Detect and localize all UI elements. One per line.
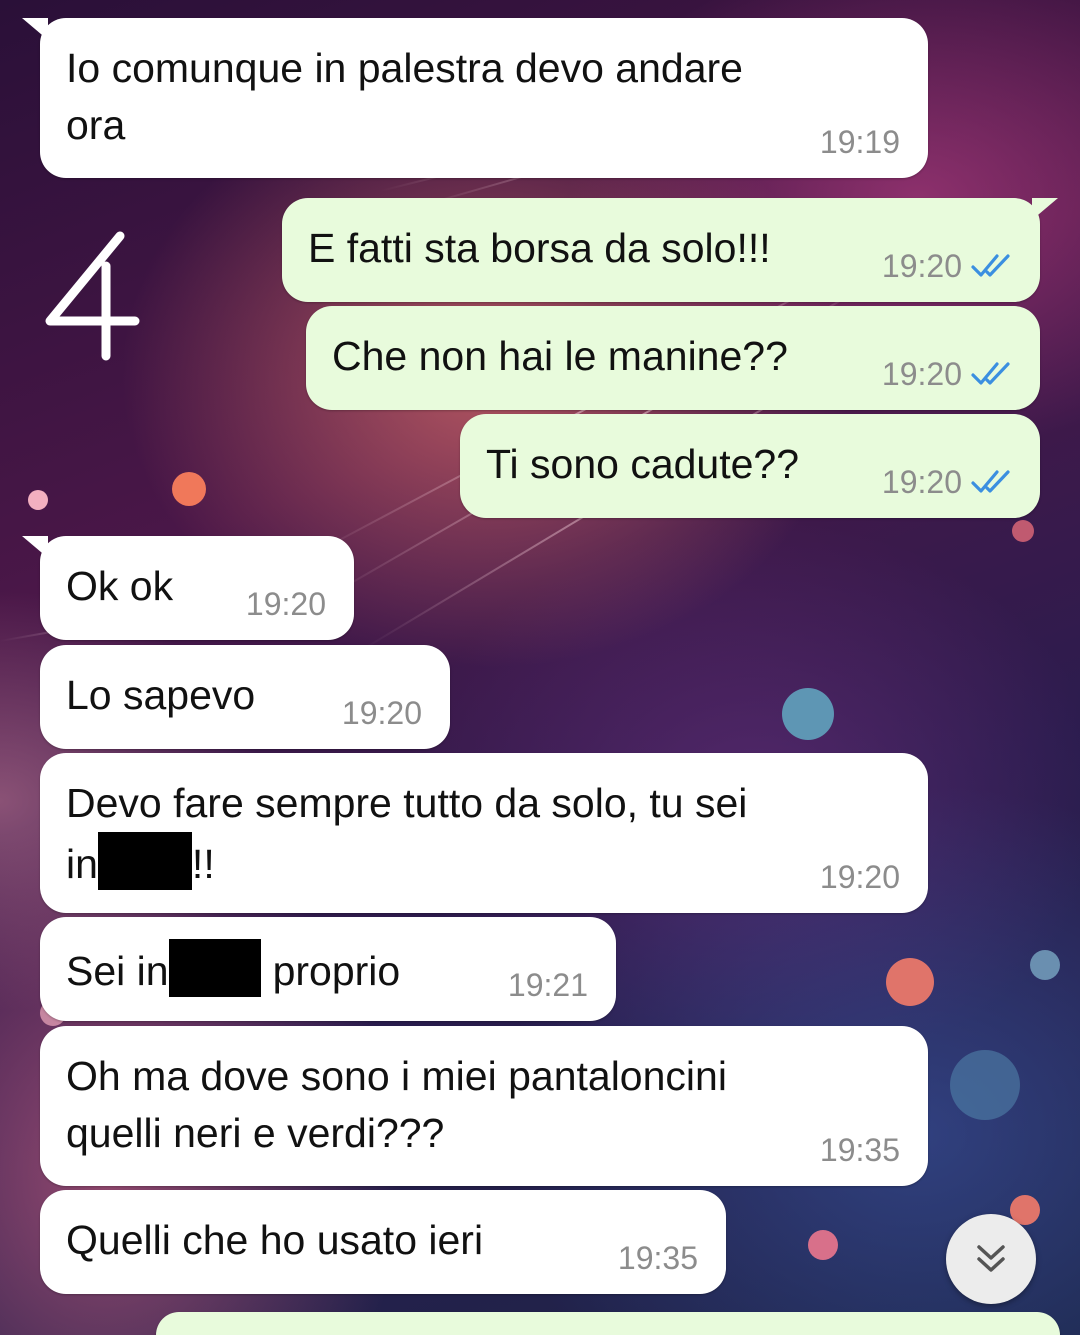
message-text: Sei in proprio bbox=[66, 939, 400, 1000]
message-meta: 19:20 bbox=[882, 356, 1016, 392]
message-bubble-incoming[interactable]: Lo sapevo 19:20 bbox=[40, 645, 450, 749]
message-text: Io comunque in palestra devo andare ora bbox=[66, 45, 743, 148]
message-text: E fatti sta borsa da solo!!! bbox=[308, 225, 771, 271]
message-bubble-incoming[interactable]: Ok ok 19:20 bbox=[22, 536, 354, 640]
message-text: Ok ok bbox=[66, 563, 174, 609]
message-meta: 19:20 bbox=[882, 464, 1016, 500]
message-time: 19:35 bbox=[819, 1132, 900, 1168]
message-text: Oh ma dove sono i miei pantaloncini quel… bbox=[66, 1053, 727, 1156]
message-text: Lo sapevo bbox=[66, 672, 256, 718]
message-text: Devo fare sempre tutto da solo, tu sei i… bbox=[66, 775, 747, 893]
message-bubble-incoming[interactable]: Quelli che ho usato ieri 19:35 bbox=[40, 1190, 726, 1294]
message-bubble-outgoing[interactable]: Che non hai le manine?? 19:20 bbox=[306, 306, 1040, 410]
message-bubble-incoming[interactable]: Oh ma dove sono i miei pantaloncini quel… bbox=[40, 1026, 928, 1186]
message-time: 19:20 bbox=[881, 248, 962, 284]
message-time: 19:35 bbox=[617, 1240, 698, 1276]
message-bubble-outgoing[interactable]: E fatti sta borsa da solo!!! 19:20 bbox=[282, 198, 1058, 302]
redaction-bar bbox=[97, 832, 192, 890]
message-time: 19:19 bbox=[819, 124, 900, 160]
message-time: 19:20 bbox=[819, 859, 900, 895]
message-text: Ti sono cadute?? bbox=[486, 441, 800, 487]
sticker-four bbox=[45, 231, 140, 361]
message-bubble-incoming[interactable]: Sei in proprio 19:21 bbox=[40, 917, 616, 1021]
message-bubble-outgoing-partial[interactable] bbox=[156, 1312, 1060, 1335]
double-chevron-down-icon bbox=[977, 1245, 1005, 1272]
double-check-icon bbox=[971, 254, 1010, 277]
scroll-to-bottom-button[interactable] bbox=[946, 1214, 1036, 1304]
redaction-bar bbox=[168, 939, 261, 997]
message-time: 19:20 bbox=[341, 695, 422, 731]
message-bubble-incoming[interactable]: Devo fare sempre tutto da solo, tu sei i… bbox=[40, 753, 928, 913]
message-bubble-outgoing[interactable]: Ti sono cadute?? 19:20 bbox=[460, 414, 1040, 518]
message-bubble-incoming[interactable]: Io comunque in palestra devo andare ora … bbox=[22, 18, 928, 178]
message-meta: 19:20 bbox=[882, 248, 1016, 284]
message-time: 19:20 bbox=[881, 464, 962, 500]
message-text: Che non hai le manine?? bbox=[332, 333, 788, 379]
double-check-icon bbox=[971, 470, 1010, 493]
message-text: Quelli che ho usato ieri bbox=[66, 1217, 484, 1263]
message-time: 19:20 bbox=[881, 356, 962, 392]
message-time: 19:20 bbox=[245, 586, 326, 622]
message-time: 19:21 bbox=[507, 967, 588, 1003]
double-check-icon bbox=[971, 362, 1010, 385]
